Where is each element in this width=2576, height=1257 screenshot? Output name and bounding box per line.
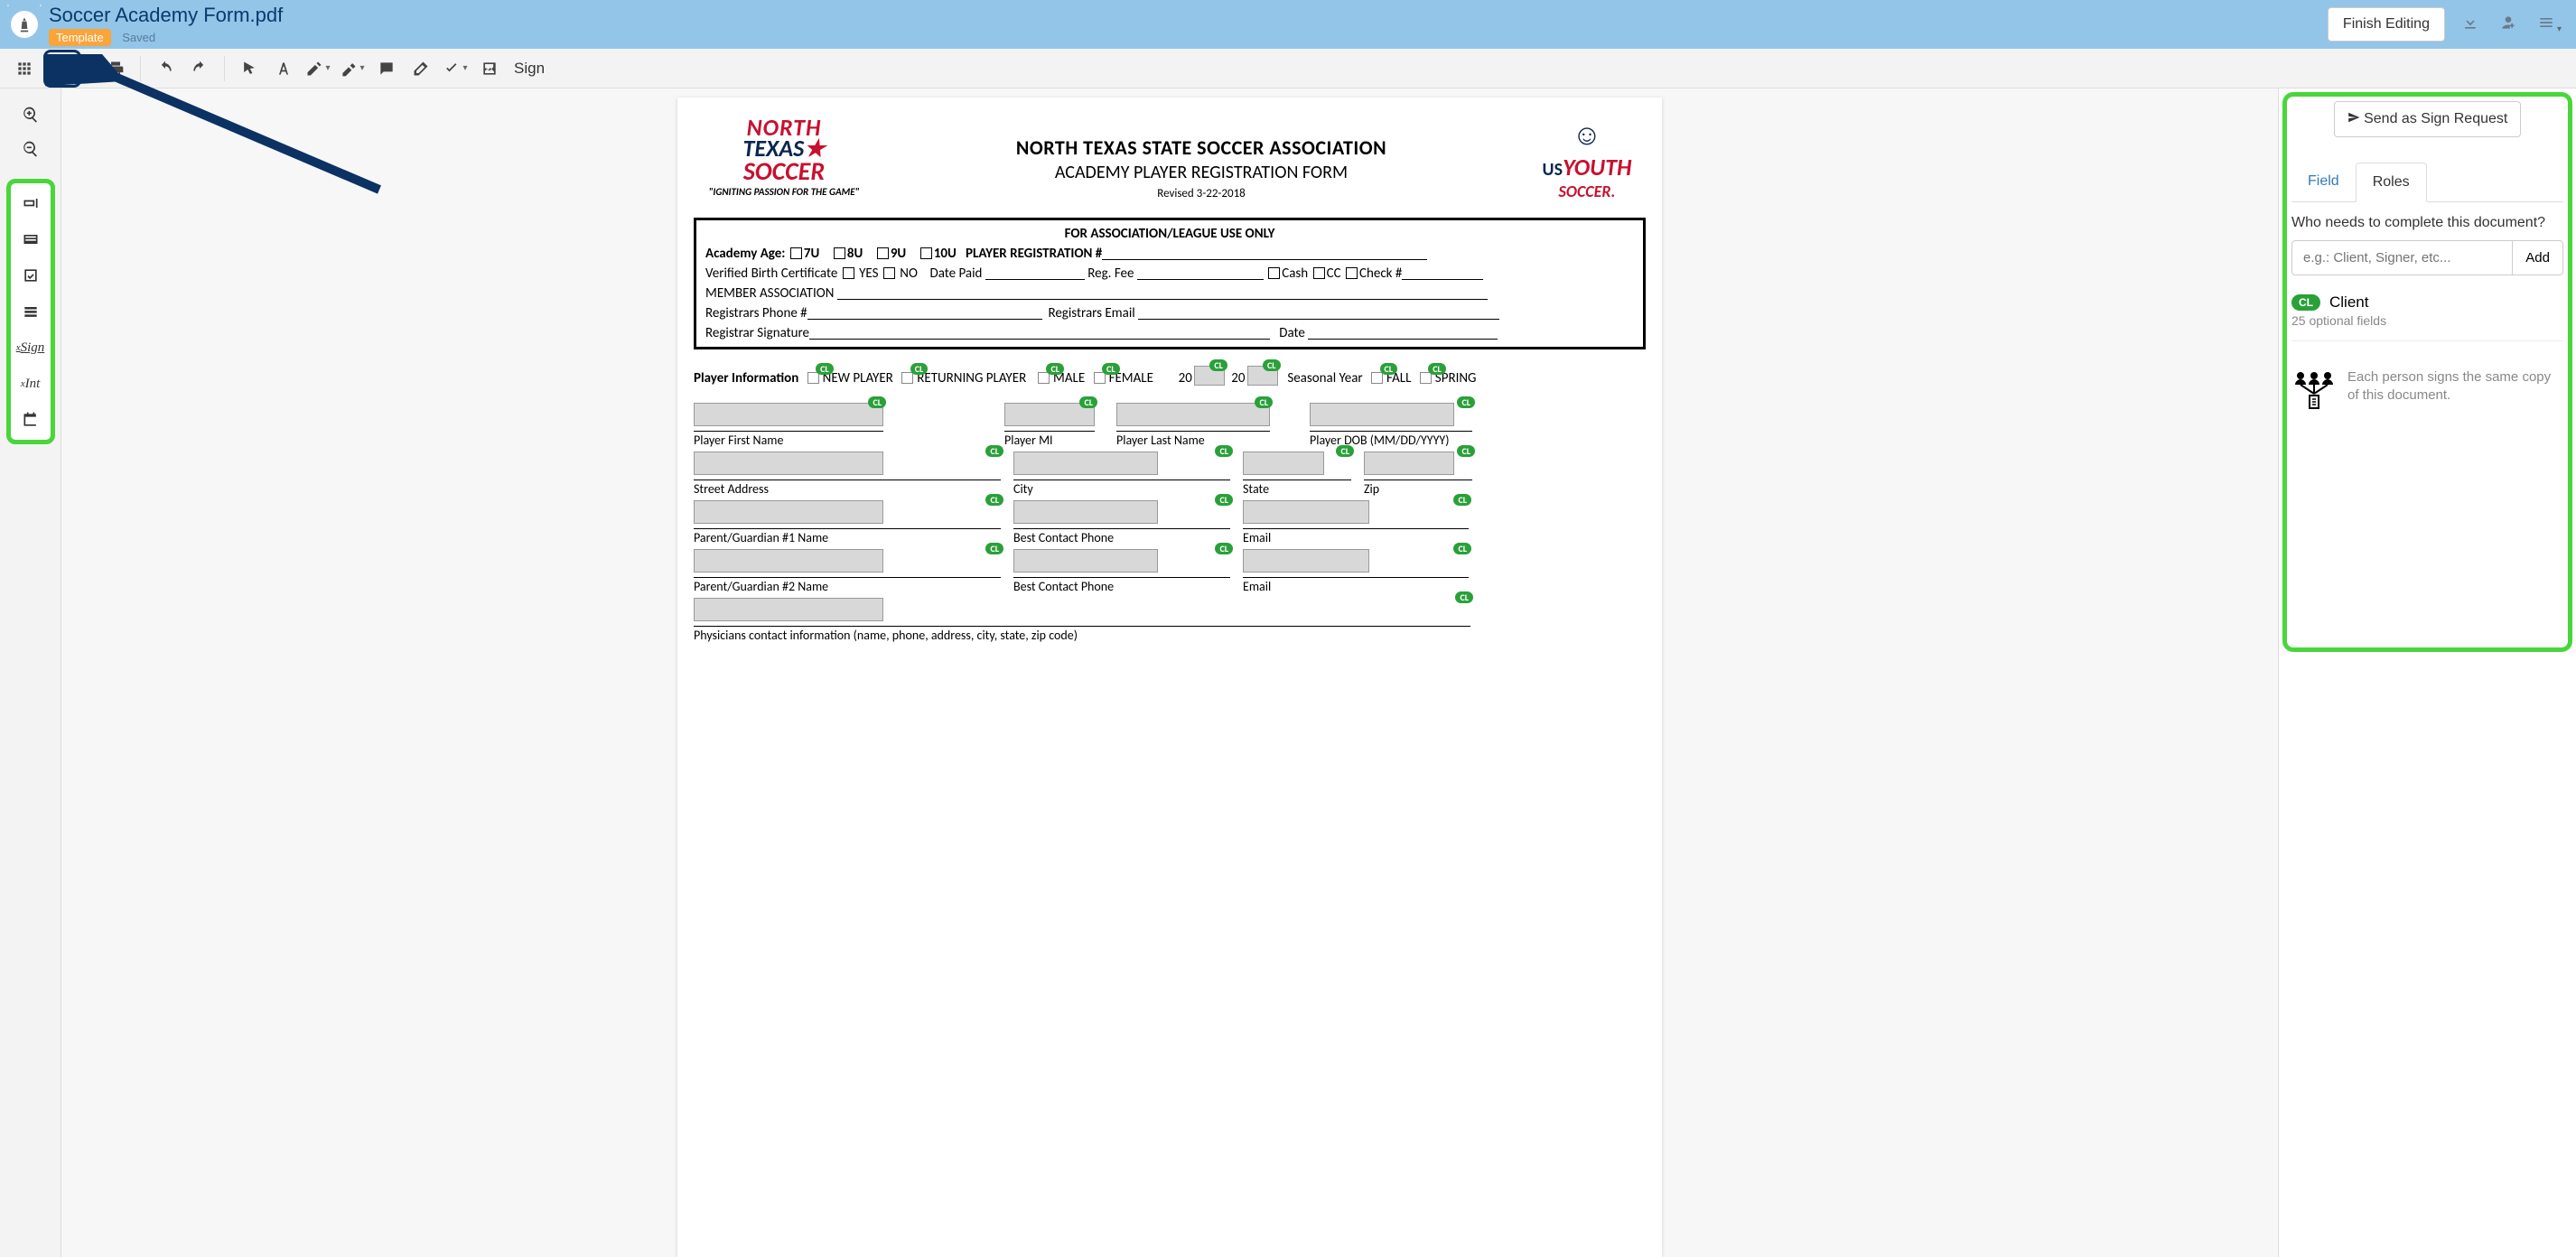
page-1: NORTH TEXAS★ SOCCER "IGNITING PASSION FO… bbox=[677, 98, 1662, 1257]
multiline-field-icon[interactable] bbox=[11, 221, 51, 257]
document-canvas[interactable]: NORTH TEXAS★ SOCCER "IGNITING PASSION FO… bbox=[61, 88, 2278, 1257]
tab-roles[interactable]: Roles bbox=[2356, 163, 2427, 202]
text-icon[interactable] bbox=[268, 53, 299, 84]
pg2-email-field[interactable]: CL bbox=[1243, 549, 1469, 576]
check-icon[interactable]: ▾ bbox=[440, 53, 471, 84]
left-sidebar: xSign x Int bbox=[0, 88, 61, 1257]
tab-field[interactable]: Field bbox=[2291, 163, 2356, 201]
spring-checkbox[interactable]: CL bbox=[1418, 372, 1433, 384]
last-name-field[interactable]: CL bbox=[1116, 403, 1270, 430]
finish-editing-button[interactable]: Finish Editing bbox=[2328, 7, 2445, 42]
fall-checkbox[interactable]: CL bbox=[1369, 372, 1385, 384]
player-info-row: Player Information CL NEW PLAYER CL RETU… bbox=[694, 366, 1646, 390]
checkbox-field-icon[interactable] bbox=[11, 257, 51, 293]
initials-field-icon[interactable]: x Int bbox=[11, 366, 51, 402]
redo-icon[interactable] bbox=[184, 53, 215, 84]
signature-field-icon[interactable]: xSign bbox=[11, 330, 51, 366]
grid-icon[interactable] bbox=[9, 53, 40, 84]
role-name-label: Client bbox=[2329, 293, 2368, 312]
undo-icon[interactable] bbox=[150, 53, 181, 84]
info-text: Each person signs the same copy of this … bbox=[2347, 368, 2563, 404]
pg2-name-field[interactable]: CL bbox=[694, 549, 1001, 576]
date-field-icon[interactable] bbox=[11, 402, 51, 438]
separator bbox=[90, 56, 91, 81]
male-checkbox[interactable]: CL bbox=[1036, 372, 1051, 384]
role-name-input[interactable] bbox=[2291, 240, 2513, 275]
dot-2: ' bbox=[40, 4, 42, 14]
top-bar: ' ' Soccer Academy Form.pdf Template Sav… bbox=[0, 0, 2576, 49]
zoom-out-icon[interactable] bbox=[11, 132, 51, 166]
sign-button[interactable]: Sign bbox=[514, 60, 545, 78]
text-field-icon[interactable] bbox=[11, 185, 51, 221]
separator bbox=[224, 56, 225, 81]
template-badge: Template bbox=[49, 29, 111, 46]
mi-field[interactable]: CL bbox=[1004, 403, 1095, 430]
role-item-client[interactable]: CL Client bbox=[2291, 293, 2563, 312]
year2-field[interactable]: CL bbox=[1247, 366, 1278, 390]
first-name-field[interactable]: CL bbox=[694, 403, 883, 430]
pointer-icon[interactable] bbox=[234, 53, 265, 84]
role-field-count: 25 optional fields bbox=[2291, 313, 2563, 328]
tabs: Field Roles bbox=[2291, 163, 2563, 202]
form-grid: CL Player First Name CL Player MI CL Pla… bbox=[694, 403, 1646, 643]
topbar-right: Finish Editing ▾ bbox=[2328, 7, 2565, 42]
usys-logo: ☺ USYOUTH SOCCER. bbox=[1528, 117, 1646, 201]
send-sign-request-button[interactable]: Send as Sign Request bbox=[2334, 101, 2522, 137]
main-area: xSign x Int NORTH TEXAS★ SOCCER "IGNITIN… bbox=[0, 88, 2576, 1257]
right-panel: Send as Sign Request Field Roles Who nee… bbox=[2278, 88, 2576, 1257]
add-user-icon[interactable] bbox=[2496, 10, 2521, 40]
saved-status: Saved bbox=[122, 31, 155, 44]
roles-question: Who needs to complete this document? bbox=[2291, 215, 2563, 231]
eraser-icon[interactable] bbox=[406, 53, 436, 84]
add-role-button[interactable]: Add bbox=[2513, 240, 2563, 275]
toolbar: ▾ ▾ ▾ Sign bbox=[0, 49, 2576, 88]
zip-field[interactable]: CL bbox=[1364, 452, 1472, 479]
field-palette: xSign x Int bbox=[6, 179, 55, 444]
document-title: Soccer Academy Form.pdf bbox=[49, 4, 283, 27]
association-box: FOR ASSOCIATION/LEAGUE USE ONLY Academy … bbox=[694, 218, 1646, 349]
dot-1: ' bbox=[7, 4, 9, 14]
form-fields-icon[interactable] bbox=[43, 50, 81, 88]
highlighter-icon[interactable]: ▾ bbox=[337, 53, 368, 84]
info-row: Each person signs the same copy of this … bbox=[2291, 368, 2563, 410]
document-heading: NORTH TEXAS STATE SOCCER ASSOCIATION ACA… bbox=[874, 117, 1528, 200]
pen-icon[interactable]: ▾ bbox=[303, 53, 333, 84]
new-player-checkbox[interactable]: CL bbox=[806, 372, 821, 384]
state-field[interactable]: CL bbox=[1243, 452, 1351, 479]
returning-player-checkbox[interactable]: CL bbox=[900, 372, 915, 384]
dob-field[interactable]: CL bbox=[1310, 403, 1472, 430]
year1-field[interactable]: CL bbox=[1194, 366, 1225, 390]
comment-icon[interactable] bbox=[371, 53, 402, 84]
separator bbox=[140, 56, 141, 81]
app-logo bbox=[11, 11, 38, 38]
nts-logo: NORTH TEXAS★ SOCCER "IGNITING PASSION FO… bbox=[694, 117, 874, 198]
title-block: Soccer Academy Form.pdf Template Saved bbox=[49, 4, 283, 46]
image-icon[interactable] bbox=[474, 53, 505, 84]
pg2-phone-field[interactable]: CL bbox=[1013, 549, 1230, 576]
female-checkbox[interactable]: CL bbox=[1092, 372, 1107, 384]
pg1-name-field[interactable]: CL bbox=[694, 500, 1001, 527]
street-field[interactable]: CL bbox=[694, 452, 1001, 479]
menu-icon[interactable]: ▾ bbox=[2534, 10, 2565, 40]
dropdown-field-icon[interactable] bbox=[11, 293, 51, 330]
pg1-phone-field[interactable]: CL bbox=[1013, 500, 1230, 527]
print-icon[interactable] bbox=[100, 53, 131, 84]
physician-field[interactable]: CL bbox=[694, 598, 1470, 625]
city-field[interactable]: CL bbox=[1013, 452, 1230, 479]
signers-icon bbox=[2291, 368, 2337, 410]
download-icon[interactable] bbox=[2458, 10, 2483, 40]
role-badge: CL bbox=[2291, 294, 2320, 311]
zoom-in-icon[interactable] bbox=[11, 98, 51, 132]
pg1-email-field[interactable]: CL bbox=[1243, 500, 1469, 527]
